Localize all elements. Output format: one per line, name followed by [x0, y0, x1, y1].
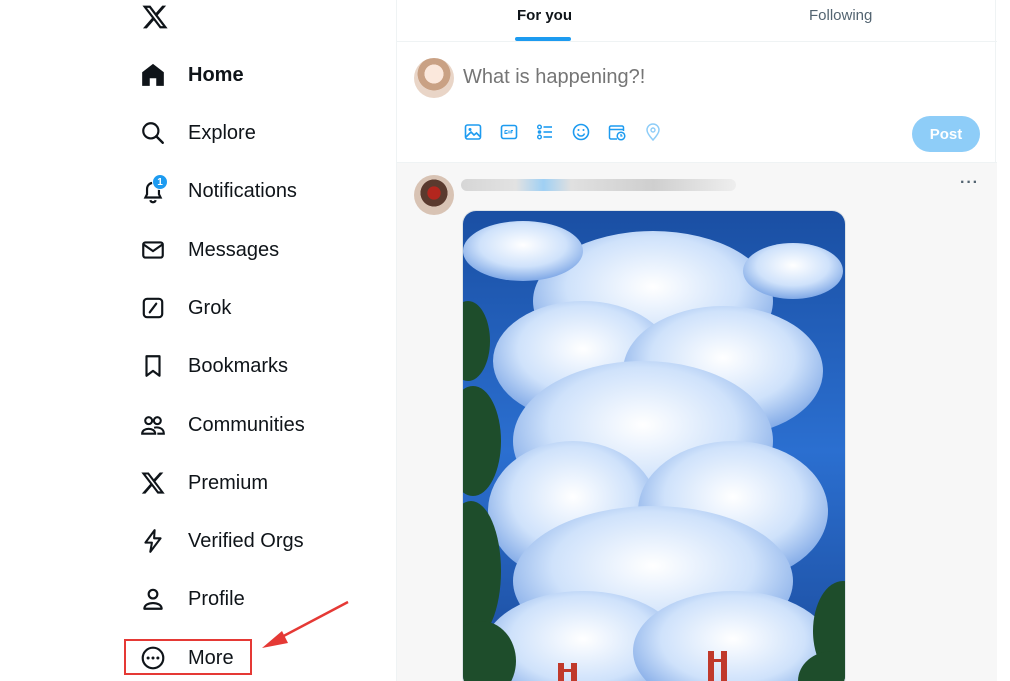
x-premium-icon	[140, 470, 166, 496]
sidebar-item-verified-orgs[interactable]: Verified Orgs	[140, 521, 304, 561]
sidebar-item-profile[interactable]: Profile	[140, 579, 245, 619]
bookmark-icon	[140, 353, 166, 379]
sidebar-item-label: Grok	[188, 296, 232, 319]
sky-clouds-bridge-image	[463, 211, 845, 681]
sidebar-item-label: Messages	[188, 238, 280, 261]
people-icon	[140, 412, 166, 438]
sidebar-item-notifications[interactable]: 1 Notifications	[140, 171, 297, 211]
grok-icon	[140, 295, 166, 321]
active-tab-indicator	[515, 37, 571, 41]
person-icon	[140, 586, 166, 612]
annotation-arrow-icon	[262, 600, 349, 648]
notification-badge: 1	[152, 174, 168, 190]
avatar[interactable]	[414, 58, 454, 98]
sidebar-item-explore[interactable]: Explore	[140, 113, 256, 153]
timeline-tabs: For you Following	[397, 0, 997, 42]
compose-input[interactable]	[463, 66, 903, 89]
sidebar-item-communities[interactable]: Communities	[140, 405, 305, 445]
main-timeline: For you Following Post	[396, 0, 997, 681]
x-logo-icon[interactable]	[141, 3, 169, 31]
blurred-author-name[interactable]	[461, 179, 736, 191]
emoji-icon[interactable]	[571, 122, 591, 142]
gif-icon[interactable]	[499, 122, 519, 142]
sidebar-item-label: Explore	[188, 121, 256, 144]
post-button[interactable]: Post	[912, 116, 980, 152]
tweet-more-button[interactable]: ···	[960, 174, 979, 192]
envelope-icon	[140, 237, 166, 263]
home-icon	[140, 62, 166, 88]
sidebar-item-label: Premium	[188, 471, 269, 494]
tab-for-you[interactable]: For you	[517, 0, 572, 42]
sidebar-item-label: Verified Orgs	[188, 529, 304, 552]
poll-icon[interactable]	[535, 122, 555, 142]
compose-toolbar	[463, 122, 663, 142]
image-icon[interactable]	[463, 122, 483, 142]
bell-icon: 1	[140, 174, 168, 204]
tweet-image[interactable]	[462, 210, 846, 681]
sidebar-item-grok[interactable]: Grok	[140, 288, 231, 328]
sidebar-item-label: Communities	[188, 413, 305, 436]
sidebar-item-premium[interactable]: Premium	[140, 463, 268, 503]
annotation-highlight-box	[124, 639, 252, 675]
tweet-card[interactable]: ···	[397, 163, 997, 681]
sidebar-item-messages[interactable]: Messages	[140, 230, 279, 270]
search-icon	[140, 120, 166, 146]
avatar[interactable]	[414, 175, 454, 215]
compose-box: Post	[397, 42, 997, 163]
lightning-icon	[140, 528, 166, 554]
schedule-icon[interactable]	[607, 122, 627, 142]
sidebar-item-label: Home	[188, 63, 244, 86]
tab-following[interactable]: Following	[809, 0, 872, 42]
sidebar-item-home[interactable]: Home	[140, 55, 244, 95]
sidebar-item-label: Bookmarks	[188, 354, 289, 377]
sidebar-item-bookmarks[interactable]: Bookmarks	[140, 346, 288, 386]
sidebar-item-label: Profile	[188, 587, 245, 610]
location-icon[interactable]	[643, 122, 663, 142]
sidebar-item-label: Notifications	[188, 179, 297, 202]
